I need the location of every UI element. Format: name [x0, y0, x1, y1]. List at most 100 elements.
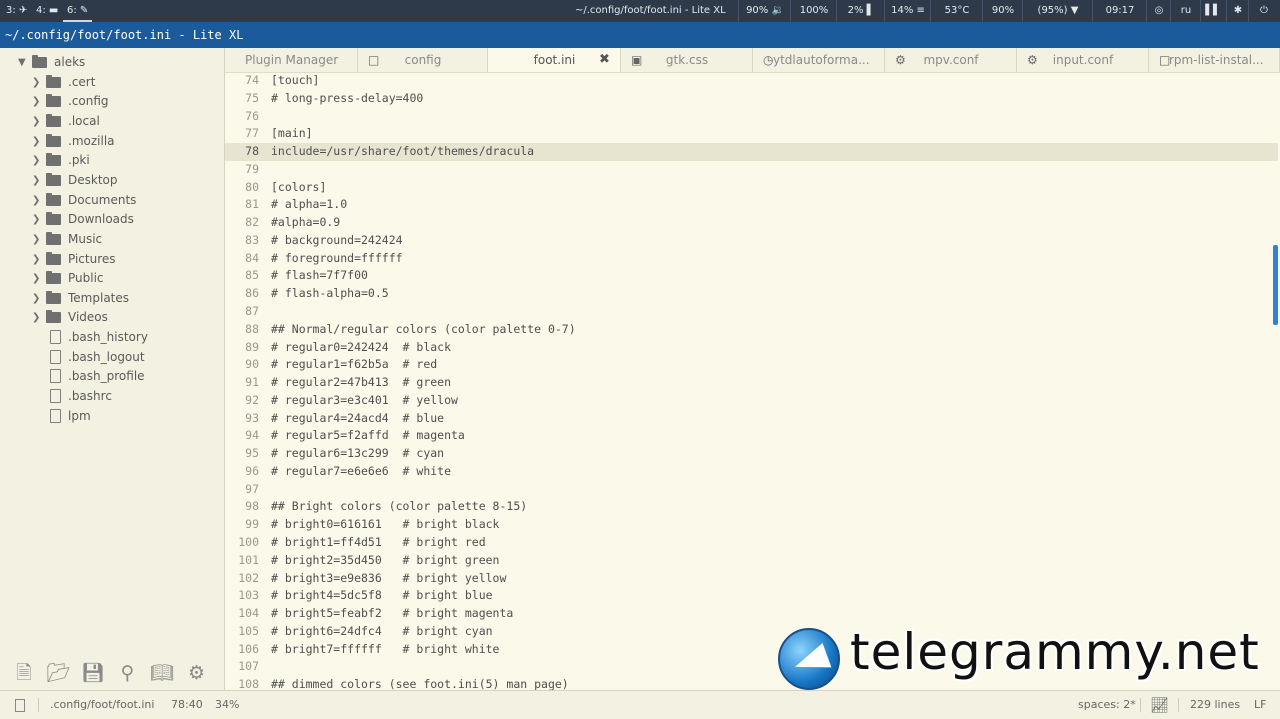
code-line[interactable]: 89 # regular0=242424 # black: [225, 339, 1278, 357]
code-line[interactable]: 93 # regular4=24acd4 # blue: [225, 410, 1278, 428]
code-text: # alpha=1.0: [271, 197, 348, 212]
tree-file[interactable]: .bashrc: [32, 387, 220, 406]
code-line[interactable]: 101 # bright2=35d450 # bright green: [225, 552, 1278, 570]
code-line[interactable]: 88 ## Normal/regular colors (color palett…: [225, 321, 1278, 339]
code-line[interactable]: 76: [225, 108, 1278, 126]
tree-folder[interactable]: ❯ .pki: [32, 151, 220, 170]
tree-folder[interactable]: ❯ Downloads: [32, 210, 220, 229]
status-indicator[interactable]: 90%: [982, 0, 1023, 22]
code-line[interactable]: 98 ## Bright colors (color palette 8-15): [225, 498, 1278, 516]
tab-foot-ini[interactable]: foot.ini ✖: [488, 48, 621, 72]
search-icon[interactable]: ⚲: [116, 661, 140, 685]
code-line[interactable]: 74 [touch]: [225, 72, 1278, 90]
tree-folder[interactable]: ❯ Videos: [32, 308, 220, 327]
code-line[interactable]: 94 # regular5=f2affd # magenta: [225, 427, 1278, 445]
code-line[interactable]: 78 include=/usr/share/foot/themes/dracula: [225, 143, 1278, 161]
status-indicator[interactable]: 90% 🔉: [738, 0, 791, 22]
workspace-button[interactable]: 3: ✈: [2, 0, 31, 22]
open-folder-icon[interactable]: 📂︎: [47, 661, 71, 685]
code-line[interactable]: 83 # background=242424: [225, 232, 1278, 250]
editor-scrollbar[interactable]: [1273, 245, 1278, 325]
tree-file[interactable]: .bash_logout: [32, 348, 220, 367]
status-indicator[interactable]: ✱: [1226, 0, 1249, 22]
chevron-right-icon: ❯: [32, 135, 41, 147]
tree-folder[interactable]: ❯ Music: [32, 230, 220, 249]
code-line[interactable]: 104 # bright5=feabf2 # bright magenta: [225, 605, 1278, 623]
code-line[interactable]: 90 # regular1=f62b5a # red: [225, 356, 1278, 374]
status-line-ending[interactable]: LF: [1254, 691, 1266, 719]
tree-folder[interactable]: ❯ .cert: [32, 73, 220, 92]
tree-folder[interactable]: ❯ .local: [32, 112, 220, 131]
line-number: 77: [245, 126, 259, 141]
tree-file[interactable]: .bash_profile: [32, 367, 220, 386]
new-file-icon[interactable]: 🗎︎: [12, 661, 36, 685]
folder-icon: [46, 231, 61, 245]
code-line[interactable]: 103 # bright4=5dc5f8 # bright blue: [225, 587, 1278, 605]
code-line[interactable]: 102 # bright3=e9e836 # bright yellow: [225, 570, 1278, 588]
code-line[interactable]: 84 # foreground=ffffff: [225, 250, 1278, 268]
status-indicator[interactable]: 09:17: [1092, 0, 1147, 22]
line-number: 85: [245, 268, 259, 283]
status-indicator[interactable]: 2% ▌: [836, 0, 885, 22]
tree-file[interactable]: lpm: [32, 407, 220, 426]
code-line[interactable]: 97: [225, 481, 1278, 499]
tree-folder[interactable]: ❯ Documents: [32, 191, 220, 210]
line-number: 104: [238, 606, 259, 621]
code-text: # bright3=e9e836 # bright yellow: [271, 570, 507, 585]
file-icon: [50, 369, 61, 384]
tab-rpm-list-instal[interactable]: □ rpm-list-instal...: [1149, 48, 1280, 72]
tree-folder[interactable]: ❯ Templates: [32, 289, 220, 308]
status-indicator[interactable]: ru: [1170, 0, 1201, 22]
chart-line-icon[interactable]: 📈︎: [1150, 691, 1169, 719]
tree-folder[interactable]: ❯ Pictures: [32, 250, 220, 269]
close-icon[interactable]: ✖: [599, 48, 610, 72]
code-editor[interactable]: 74 [touch] 75 # long-press-delay=400 76 77 [ma…: [225, 72, 1280, 690]
status-indicator[interactable]: 53°C: [930, 0, 983, 22]
code-line[interactable]: 96 # regular7=e6e6e6 # white: [225, 463, 1278, 481]
code-line[interactable]: 87: [225, 303, 1278, 321]
status-indicator[interactable]: ⏻: [1248, 0, 1279, 22]
code-line[interactable]: 95 # regular6=13c299 # cyan: [225, 445, 1278, 463]
tab-ytdlautoforma[interactable]: ◷ ytdlautoforma...: [753, 48, 885, 72]
chevron-right-icon: ❯: [32, 253, 41, 265]
code-line[interactable]: 82 #alpha=0.9: [225, 214, 1278, 232]
status-file-path[interactable]: .config/foot/foot.ini: [50, 691, 154, 719]
tree-folder[interactable]: ❯ .config: [32, 92, 220, 111]
gear-icon[interactable]: ⚙: [185, 661, 209, 685]
book-icon[interactable]: 📖︎: [150, 661, 174, 685]
tree-folder[interactable]: ❯ Desktop: [32, 171, 220, 190]
code-line[interactable]: 81 # alpha=1.0: [225, 196, 1278, 214]
code-line[interactable]: 92 # regular3=e3c401 # yellow: [225, 392, 1278, 410]
tree-folder[interactable]: ▼ aleks: [18, 53, 220, 72]
code-line[interactable]: 85 # flash=7f7f00: [225, 267, 1278, 285]
status-indicator[interactable]: 100%: [790, 0, 837, 22]
status-indentation[interactable]: spaces: 2*: [1078, 691, 1136, 719]
code-line[interactable]: 77 [main]: [225, 125, 1278, 143]
save-icon[interactable]: 💾︎: [81, 661, 105, 685]
status-indicator[interactable]: ◎: [1146, 0, 1171, 22]
tab-input-conf[interactable]: ⚙ input.conf: [1017, 48, 1149, 72]
code-text: # bright7=ffffff # bright white: [271, 641, 500, 656]
tree-file[interactable]: .bash_history: [32, 328, 220, 347]
code-line[interactable]: 91 # regular2=47b413 # green: [225, 374, 1278, 392]
tree-folder[interactable]: ❯ Public: [32, 269, 220, 288]
workspace-button[interactable]: 4: ▬: [32, 0, 62, 22]
tab-mpv-conf[interactable]: ⚙ mpv.conf: [885, 48, 1017, 72]
code-line[interactable]: 99 # bright0=616161 # bright black: [225, 516, 1278, 534]
code-line[interactable]: 79: [225, 161, 1278, 179]
status-indicator[interactable]: 14% ≡: [884, 0, 931, 22]
tab-plugin-manager[interactable]: Plugin Manager: [225, 48, 358, 72]
code-line[interactable]: 86 # flash-alpha=0.5: [225, 285, 1278, 303]
code-line[interactable]: 100 # bright1=ff4d51 # bright red: [225, 534, 1278, 552]
code-line[interactable]: 75 # long-press-delay=400: [225, 90, 1278, 108]
watermark: telegrammy.net: [775, 623, 1270, 693]
workspace-button[interactable]: 6: ✎: [63, 0, 93, 22]
tree-folder[interactable]: ❯ .mozilla: [32, 132, 220, 151]
status-indicator[interactable]: ▌▌: [1200, 0, 1225, 22]
code-line[interactable]: 80 [colors]: [225, 179, 1278, 197]
file-icon: [50, 408, 61, 423]
tab-config[interactable]: □ config: [358, 48, 488, 72]
tree-item-label: Desktop: [68, 172, 118, 187]
status-indicator[interactable]: (95%) ▼: [1022, 0, 1093, 22]
tab-gtk-css[interactable]: ▣ gtk.css: [621, 48, 753, 72]
